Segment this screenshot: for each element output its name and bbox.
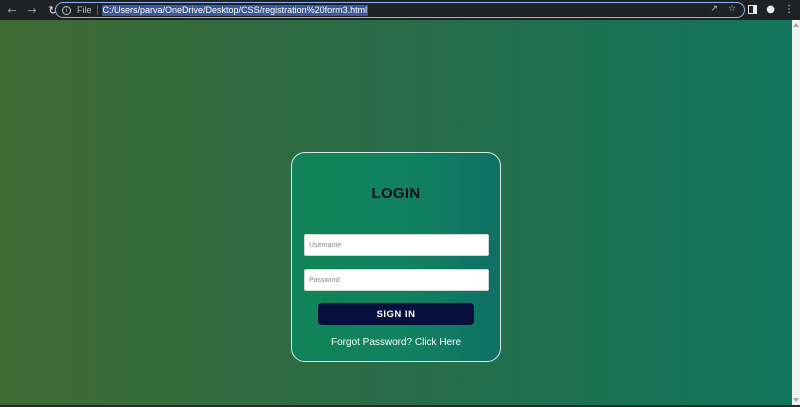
login-card: LOGIN SIGN IN Forgot Password? Click Her… [291, 152, 501, 362]
sign-in-button[interactable]: SIGN IN [318, 303, 474, 325]
url-scheme-label: File [77, 5, 92, 15]
address-bar-actions: ↗ ☆ [710, 4, 736, 14]
profile-icon[interactable]: ● [766, 3, 775, 17]
info-icon[interactable]: i [62, 5, 71, 15]
page-background: LOGIN SIGN IN Forgot Password? Click Her… [0, 20, 792, 405]
kebab-menu-icon[interactable]: ⋮ [784, 3, 794, 17]
address-divider [96, 5, 98, 15]
toolbar-actions: ● ⋮ [748, 3, 794, 17]
side-panel-icon[interactable] [748, 5, 758, 14]
url-text[interactable]: C:/Users/parva/OneDrive/Desktop/CSS/regi… [101, 4, 369, 16]
share-icon[interactable]: ↗ [710, 4, 718, 14]
star-icon[interactable]: ☆ [728, 4, 736, 14]
password-input[interactable] [304, 269, 489, 291]
back-arrow-icon[interactable]: ← [4, 2, 20, 18]
forgot-password-link[interactable]: Forgot Password? Click Here [292, 337, 500, 348]
username-input[interactable] [304, 234, 489, 256]
scroll-down-arrow-icon[interactable] [793, 398, 799, 402]
forward-arrow-icon[interactable]: → [24, 2, 40, 18]
scroll-up-arrow-icon[interactable] [793, 23, 799, 27]
address-bar[interactable]: i File C:/Users/parva/OneDrive/Desktop/C… [55, 2, 745, 18]
vertical-scrollbar[interactable] [792, 20, 800, 405]
login-title: LOGIN [371, 185, 421, 202]
browser-toolbar: ← → ↻ i File C:/Users/parva/OneDrive/Des… [0, 0, 800, 20]
